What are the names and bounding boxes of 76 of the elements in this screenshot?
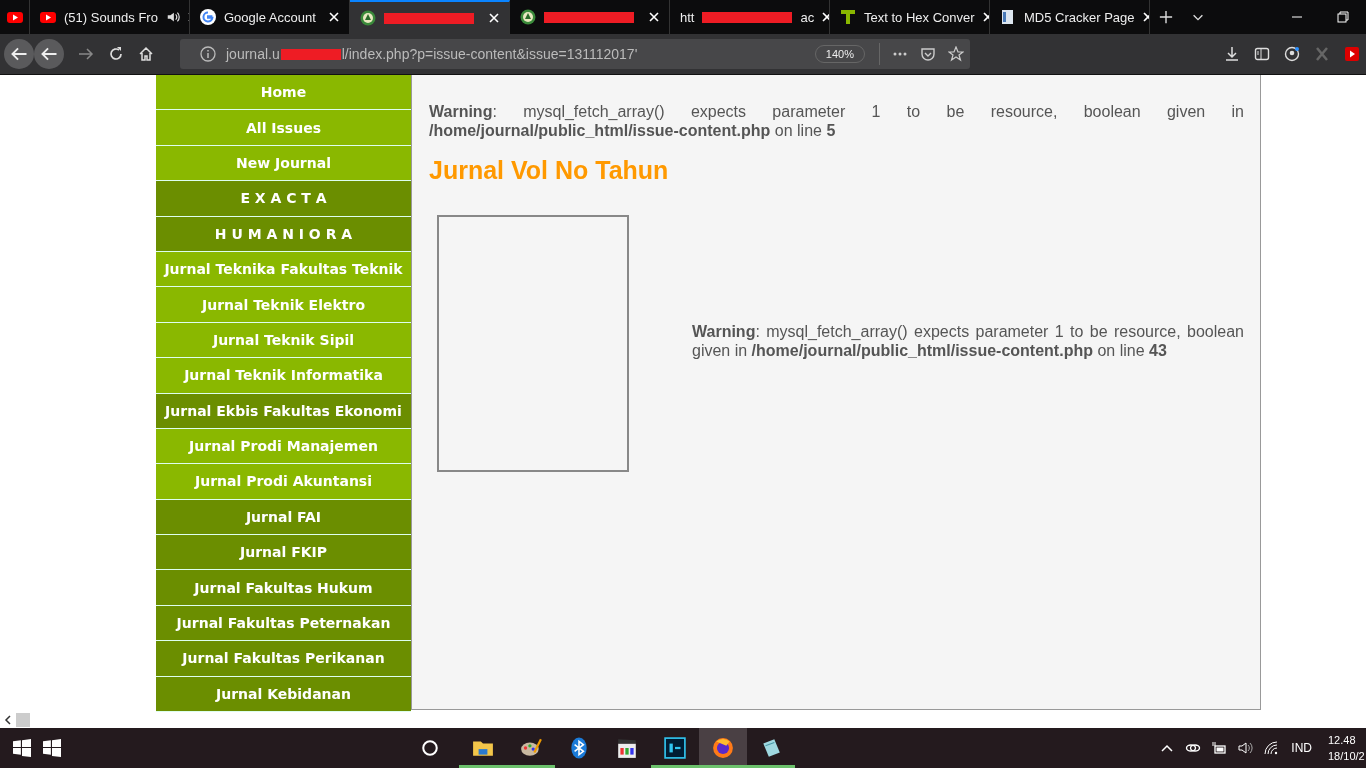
close-icon[interactable] [1142,12,1149,22]
menu-link[interactable]: Jurnal Teknik Sipil [156,322,411,359]
speaker-icon[interactable] [165,10,180,24]
star-icon[interactable] [948,46,964,62]
app-square-icon [664,737,686,759]
play-icon [40,9,56,25]
menu-link[interactable]: Jurnal Fakultas Perikanan [156,641,411,677]
download-icon[interactable] [1224,46,1240,62]
search-circle-icon[interactable] [421,739,439,757]
menu-link[interactable]: Jurnal FKIP [156,535,411,571]
clock-date[interactable]: 18/10/2 [1328,748,1365,764]
emblem-icon [520,9,536,25]
page-heading: Jurnal Vol No Tahun [429,156,670,185]
tab-title: htt [680,9,695,25]
menu-link[interactable]: Jurnal Teknik Elektro [156,287,411,323]
browser-tab[interactable] [350,0,510,34]
tab-title: MD5 Cracker Page [1024,9,1135,25]
close-icon[interactable] [982,12,989,22]
language-indicator[interactable]: IND [1291,741,1312,755]
info-icon[interactable] [200,46,216,62]
clapperboard-icon [616,737,638,759]
menu-link[interactable]: E X A C T A [156,181,411,217]
forward-icon[interactable] [78,46,94,62]
close-icon[interactable] [649,12,659,22]
home-icon[interactable] [138,46,154,62]
tab-title: Text to Hex Conver [864,9,975,25]
address-bar[interactable]: journal.u l/index.php?p=issue-content&issue=131112017' 140% [180,39,970,69]
palette-icon [520,737,542,759]
browser-globe-icon [712,737,734,759]
document-icon [1000,9,1016,25]
back-icon[interactable] [34,39,64,69]
play-icon [7,9,23,25]
battery-plug-icon[interactable] [1211,740,1228,756]
pocket-icon[interactable] [920,46,936,62]
restore-icon[interactable] [1337,11,1349,23]
menu-link[interactable]: Jurnal Teknik Informatika [156,358,411,394]
clock-time[interactable]: 12.48 [1328,732,1356,748]
menu-link[interactable]: H U M A N I O R A [156,216,411,252]
t-shape-icon [840,9,856,25]
windows-logo-icon[interactable] [43,739,61,757]
account-icon[interactable] [1284,46,1300,62]
warning-message: Warning: mysql_fetch_array() expects parameter 1 to be resource, boolean given in /home/journal/public_html/issue-content.php on line 5 [429,102,1244,140]
url-text: l/index.php?p=issue-content&issue=131112017' [341,46,638,62]
sidebar-icon[interactable] [1254,46,1270,62]
bluetooth-icon [568,737,590,759]
back-icon[interactable] [4,39,34,69]
menu-link[interactable]: Home [156,75,411,111]
menu-link[interactable]: Jurnal FAI [156,499,411,536]
reload-icon[interactable] [108,46,124,62]
play-icon[interactable] [1344,46,1360,62]
close-icon[interactable] [329,12,339,22]
speaker-icon[interactable] [1237,740,1254,756]
windows-logo-icon[interactable] [13,739,31,757]
redaction-bar [280,48,341,60]
emblem-icon [360,10,376,26]
scroll-left-icon[interactable] [3,715,13,725]
menu-link[interactable]: All Issues [156,110,411,146]
menu-link[interactable]: Jurnal Teknika Fakultas Teknik [156,251,411,288]
menu-link[interactable]: Jurnal Prodi Akuntansi [156,464,411,500]
close-icon[interactable] [489,13,499,23]
menu-link[interactable]: Jurnal Prodi Manajemen [156,428,411,465]
tab-title: Google Account [224,9,316,25]
menu-link[interactable]: New Journal [156,145,411,182]
menu-link[interactable]: Jurnal Ekbis Fakultas Ekonomi [156,393,411,429]
g-letter-icon [200,9,216,25]
menu-link[interactable]: Jurnal Kebidanan [156,676,411,713]
menu-link[interactable]: Jurnal Fakultas Hukum [156,570,411,606]
menu-link[interactable]: Jurnal Fakultas Peternakan [156,605,411,642]
url-text: journal.u [226,46,280,62]
tab-title: (51) Sounds Fro [64,9,158,25]
scroll-thumb[interactable] [16,713,30,727]
tab-title: ac [800,9,815,25]
wifi-icon[interactable] [1263,740,1280,756]
warning-message: Warning: mysql_fetch_array() expects parameter 1 to be resource, boolean given in /home/journal/public_html/issue-content.php on line 43 [692,321,1244,360]
close-icon[interactable] [822,12,829,22]
plus-icon[interactable] [1159,10,1173,24]
